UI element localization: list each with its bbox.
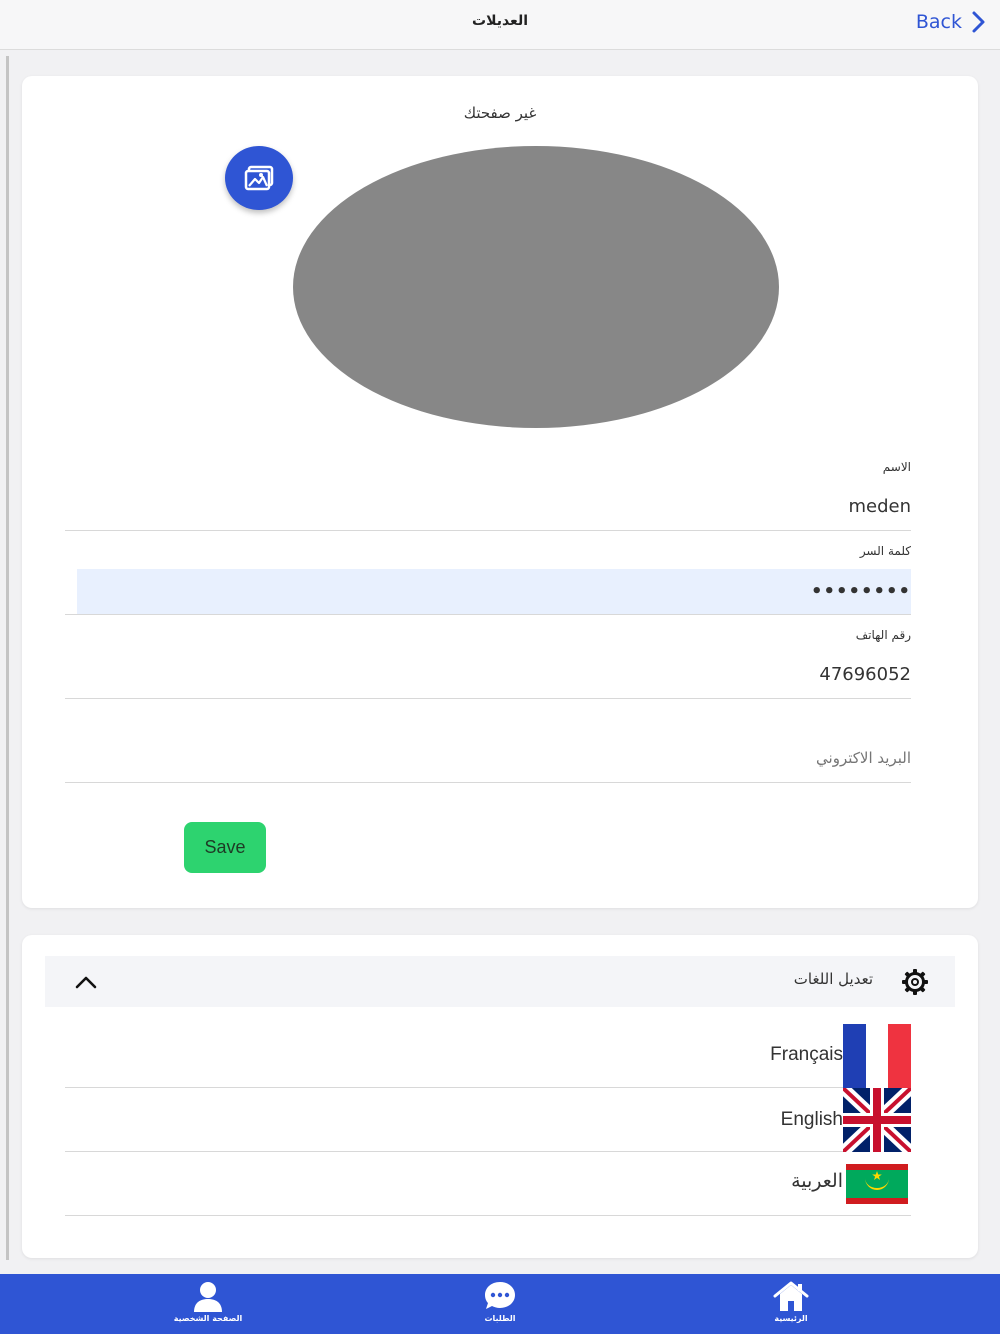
- avatar[interactable]: [293, 146, 779, 428]
- person-icon: [194, 1282, 222, 1312]
- tab-home[interactable]: الرئيسية: [741, 1274, 841, 1334]
- language-label: Français: [770, 1044, 843, 1065]
- chevron-right-icon: [972, 11, 985, 33]
- save-button[interactable]: Save: [184, 822, 266, 873]
- home-icon: [773, 1281, 809, 1311]
- tab-profile[interactable]: الصفحة الشخصية: [158, 1274, 258, 1334]
- page-title: العديلات: [472, 13, 528, 29]
- tab-profile-label: الصفحة الشخصية: [173, 1314, 243, 1323]
- password-input[interactable]: [77, 569, 911, 614]
- tab-requests[interactable]: الطلبات: [450, 1274, 550, 1334]
- email-field: [65, 708, 911, 783]
- name-input[interactable]: [65, 492, 911, 520]
- mauritania-flag-icon: [846, 1164, 908, 1204]
- change-profile-label: غير صفحتك: [463, 104, 537, 122]
- language-label: English: [780, 1109, 843, 1130]
- uk-flag-icon: [843, 1088, 911, 1152]
- language-item-english[interactable]: English: [65, 1088, 911, 1152]
- languages-card: تعديل اللغات Français English العربية: [22, 935, 978, 1258]
- password-label: كلمة السر: [859, 544, 911, 558]
- name-label: الاسم: [882, 460, 911, 474]
- tab-requests-label: الطلبات: [484, 1314, 516, 1323]
- language-item-french[interactable]: Français: [65, 1024, 911, 1088]
- email-input[interactable]: [65, 744, 911, 772]
- phone-field: رقم الهاتف: [65, 624, 911, 699]
- france-flag-icon: [843, 1024, 911, 1088]
- bottom-tab-bar: الصفحة الشخصية الطلبات الرئيسية: [0, 1274, 1000, 1334]
- languages-accordion-header[interactable]: تعديل اللغات: [45, 956, 955, 1007]
- chevron-up-icon: [75, 976, 97, 989]
- top-toolbar: العديلات Back: [0, 0, 1000, 50]
- phone-label: رقم الهاتف: [855, 628, 911, 642]
- password-field: كلمة السر: [65, 540, 911, 615]
- name-field: الاسم: [65, 456, 911, 531]
- gear-icon: [902, 969, 928, 995]
- back-button[interactable]: Back: [916, 10, 988, 34]
- language-label: العربية: [791, 1171, 843, 1192]
- image-icon: [244, 165, 274, 191]
- change-photo-button[interactable]: [225, 146, 293, 210]
- scrollbar[interactable]: [6, 56, 9, 1260]
- chat-bubble-icon: [485, 1282, 515, 1309]
- back-label: Back: [915, 11, 962, 33]
- language-item-arabic[interactable]: العربية: [65, 1152, 911, 1216]
- phone-input[interactable]: [65, 660, 911, 688]
- languages-title: تعديل اللغات: [793, 970, 873, 988]
- tab-home-label: الرئيسية: [774, 1314, 808, 1323]
- profile-card: غير صفحتك الاسم كلمة السر رقم الهاتف Sav…: [22, 76, 978, 908]
